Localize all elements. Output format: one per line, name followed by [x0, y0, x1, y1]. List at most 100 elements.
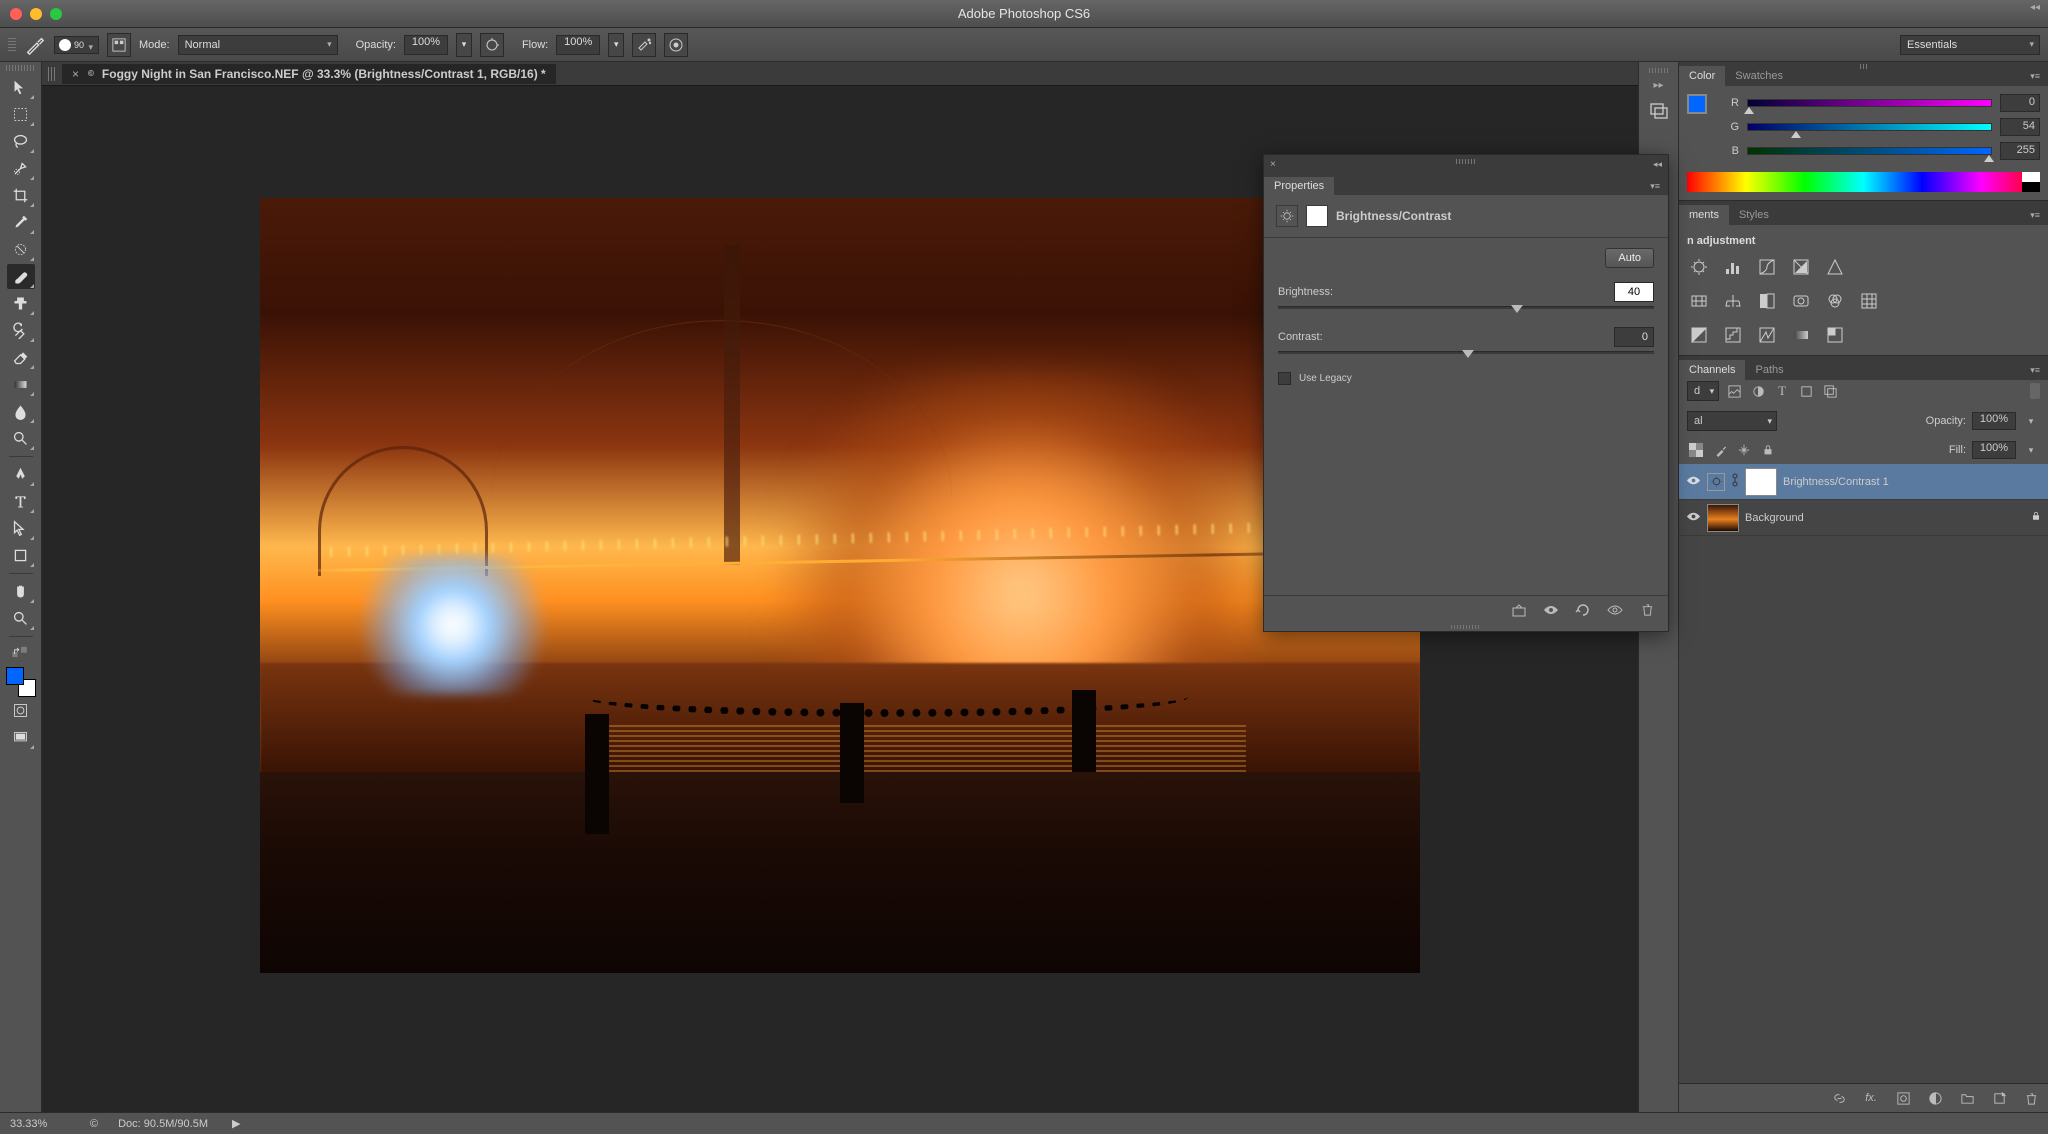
tab-color[interactable]: Color: [1679, 66, 1725, 86]
color-balance-icon[interactable]: [1721, 289, 1745, 313]
mask-link-icon[interactable]: [1731, 473, 1739, 490]
brush-tool[interactable]: [7, 264, 35, 289]
toggle-visibility-icon[interactable]: [1606, 601, 1624, 619]
filter-toggle[interactable]: [2030, 383, 2040, 399]
channel-mixer-icon[interactable]: [1823, 289, 1847, 313]
opacity-input[interactable]: 100%: [404, 35, 448, 55]
filter-shape-icon[interactable]: [1797, 382, 1815, 400]
color-lookup-icon[interactable]: [1857, 289, 1881, 313]
lock-pixels-icon[interactable]: [1711, 441, 1729, 459]
foreground-color[interactable]: [6, 667, 24, 685]
delete-adjustment-icon[interactable]: [1638, 601, 1656, 619]
layer-mask-thumbnail[interactable]: [1745, 468, 1777, 496]
bw-icon[interactable]: [1755, 289, 1779, 313]
tab-properties[interactable]: Properties: [1264, 177, 1334, 195]
path-selection-tool[interactable]: [7, 516, 35, 541]
tab-adjustments[interactable]: ments: [1679, 205, 1729, 225]
vibrance-icon[interactable]: [1823, 255, 1847, 279]
layer-name[interactable]: Brightness/Contrast 1: [1783, 476, 1889, 488]
new-group-icon[interactable]: [1958, 1089, 1976, 1107]
pressure-opacity-toggle[interactable]: [480, 33, 504, 57]
hue-sat-icon[interactable]: [1687, 289, 1711, 313]
filter-adjustment-icon[interactable]: [1749, 382, 1767, 400]
invert-icon[interactable]: [1687, 323, 1711, 347]
document-tab[interactable]: × © Foggy Night in San Francisco.NEF @ 3…: [62, 64, 556, 84]
channels-panel-menu[interactable]: ▾≡: [2022, 361, 2048, 380]
threshold-icon[interactable]: [1755, 323, 1779, 347]
collapse-panels-icon[interactable]: ◂◂: [2030, 2, 2040, 13]
brightness-contrast-icon[interactable]: [1687, 255, 1711, 279]
opacity-dropdown[interactable]: ▾: [456, 33, 472, 57]
filter-type-icon[interactable]: T: [1773, 382, 1791, 400]
blend-mode-select[interactable]: Normal: [178, 35, 338, 55]
layer-opacity-input[interactable]: 100%: [1972, 412, 2016, 430]
mask-icon[interactable]: [1306, 205, 1328, 227]
r-slider[interactable]: [1747, 98, 1992, 108]
lock-position-icon[interactable]: [1735, 441, 1753, 459]
tab-styles[interactable]: Styles: [1729, 205, 1779, 225]
adjustments-panel-menu[interactable]: ▾≡: [2022, 206, 2048, 225]
contrast-slider[interactable]: [1278, 351, 1654, 354]
gradient-map-icon[interactable]: [1789, 323, 1813, 347]
dodge-tool[interactable]: [7, 426, 35, 451]
r-value-input[interactable]: 0: [2000, 94, 2040, 112]
type-tool[interactable]: [7, 489, 35, 514]
workspace-switcher[interactable]: Essentials: [1900, 35, 2040, 55]
color-swatches[interactable]: [6, 667, 36, 697]
lock-transparency-icon[interactable]: [1687, 441, 1705, 459]
panel-resize-grip[interactable]: [1264, 623, 1668, 631]
quick-selection-tool[interactable]: [7, 156, 35, 181]
add-mask-icon[interactable]: [1894, 1089, 1912, 1107]
zoom-window-button[interactable]: [50, 8, 62, 20]
move-tool[interactable]: [7, 75, 35, 100]
filter-pixel-icon[interactable]: [1725, 382, 1743, 400]
brush-preset-picker[interactable]: 90 ▾: [54, 36, 99, 54]
toolbox-grip[interactable]: [6, 65, 36, 71]
tab-bar-grip[interactable]: [48, 67, 56, 81]
layer-effects-icon[interactable]: fx.: [1862, 1089, 1880, 1107]
clip-to-layer-icon[interactable]: [1510, 601, 1528, 619]
lasso-tool[interactable]: [7, 129, 35, 154]
doc-info[interactable]: Doc: 90.5M/90.5M: [118, 1118, 208, 1130]
blend-mode-select-layers[interactable]: al: [1687, 411, 1777, 431]
link-layers-icon[interactable]: [1830, 1089, 1848, 1107]
minimize-window-button[interactable]: [30, 8, 42, 20]
brightness-input[interactable]: 40: [1614, 282, 1654, 302]
lock-all-icon[interactable]: [1759, 441, 1777, 459]
blur-tool[interactable]: [7, 399, 35, 424]
doc-info-menu[interactable]: ▶: [232, 1117, 240, 1130]
swap-colors[interactable]: [7, 642, 35, 660]
new-layer-icon[interactable]: [1990, 1089, 2008, 1107]
zoom-tool[interactable]: [7, 606, 35, 631]
dock-grip[interactable]: [1649, 68, 1669, 73]
reset-icon[interactable]: [1574, 601, 1592, 619]
expand-dock-icon[interactable]: ▸▸: [1653, 80, 1663, 91]
hand-tool[interactable]: [7, 579, 35, 604]
color-spectrum[interactable]: [1687, 172, 2040, 192]
screen-mode-toggle[interactable]: [7, 725, 35, 750]
tab-swatches[interactable]: Swatches: [1725, 66, 1793, 86]
photo-filter-icon[interactable]: [1789, 289, 1813, 313]
tab-channels[interactable]: Channels: [1679, 360, 1745, 380]
layer-row[interactable]: Background: [1679, 500, 2048, 536]
tab-paths[interactable]: Paths: [1745, 360, 1793, 380]
close-panel-icon[interactable]: ×: [1270, 159, 1276, 170]
layer-opacity-dropdown[interactable]: ▾: [2022, 412, 2040, 430]
layer-fill-dropdown[interactable]: ▾: [2022, 441, 2040, 459]
b-value-input[interactable]: 255: [2000, 142, 2040, 160]
canvas-image[interactable]: [260, 198, 1420, 973]
layer-filter-kind[interactable]: d: [1687, 381, 1719, 401]
airbrush-toggle[interactable]: [632, 33, 656, 57]
view-previous-icon[interactable]: [1542, 601, 1560, 619]
eraser-tool[interactable]: [7, 345, 35, 370]
filter-smart-icon[interactable]: [1821, 382, 1839, 400]
flow-dropdown[interactable]: ▾: [608, 33, 624, 57]
brightness-slider[interactable]: [1278, 306, 1654, 309]
healing-brush-tool[interactable]: [7, 237, 35, 262]
eyedropper-tool[interactable]: [7, 210, 35, 235]
exposure-icon[interactable]: [1789, 255, 1813, 279]
color-panel-swatches[interactable]: [1687, 94, 1717, 124]
properties-panel-header[interactable]: × ◂◂: [1264, 155, 1668, 173]
flow-input[interactable]: 100%: [556, 35, 600, 55]
brush-panel-toggle[interactable]: [107, 33, 131, 57]
